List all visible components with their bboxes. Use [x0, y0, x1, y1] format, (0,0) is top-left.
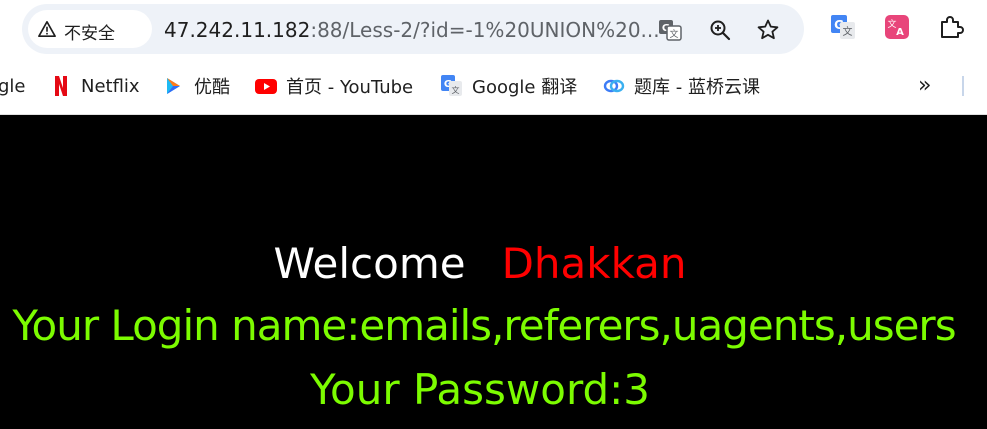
svg-text:文: 文	[669, 28, 678, 40]
bookmark-label: Google 翻译	[472, 77, 578, 98]
password-result: Your Password:3	[309, 365, 651, 414]
login-name-result: Your Login name:emails,referers,uagents,…	[12, 301, 956, 350]
lanqiao-icon	[603, 79, 625, 93]
browser-toolbar: 不安全 47.242.11.182:88/Less-2/?id=-1%20UNI…	[0, 0, 987, 60]
address-bar[interactable]: 不安全 47.242.11.182:88/Less-2/?id=-1%20UNI…	[22, 4, 804, 54]
welcome-line: Welcome Dhakkan	[0, 239, 960, 289]
bookmark-lanqiao[interactable]: 题库 - 蓝桥云课	[603, 73, 760, 99]
bookmark-label: 优酷	[194, 77, 230, 98]
bookmark-youtube[interactable]: 首页 - YouTube	[255, 73, 413, 99]
bookmark-netflix[interactable]: Netflix	[50, 73, 140, 99]
bookmarks-overflow-button[interactable]: »	[918, 73, 931, 98]
user-name: Dhakkan	[501, 239, 687, 288]
netflix-icon	[55, 76, 67, 96]
page-content: Welcome Dhakkan Your Login name:emails,re…	[0, 115, 987, 429]
security-label: 不安全	[64, 24, 115, 44]
zoom-icon[interactable]	[708, 18, 732, 42]
security-chip[interactable]: 不安全	[28, 10, 152, 48]
translate-page-icon[interactable]: G 文	[658, 18, 682, 42]
bookmark-label: Netflix	[81, 75, 140, 97]
svg-text:文: 文	[843, 25, 853, 38]
youku-icon	[167, 78, 180, 94]
google-translate-extension-icon[interactable]: G 文	[830, 14, 856, 40]
bookmark-label: 首页 - YouTube	[286, 77, 414, 98]
bookmark-label: 题库 - 蓝桥云课	[634, 77, 760, 98]
bookmark-google[interactable]: gle	[0, 73, 26, 99]
bookmark-google-translate[interactable]: G 文 Google 翻译	[441, 73, 577, 99]
svg-text:文: 文	[452, 85, 460, 95]
google-translate-icon: G 文	[441, 75, 462, 96]
warning-icon	[38, 20, 56, 38]
youtube-icon	[255, 79, 277, 94]
translator-extension-icon[interactable]: 文 A	[884, 14, 910, 40]
bookmark-label: gle	[0, 75, 26, 97]
url-path: :88/Less-2/?id=-1%20UNION%20...	[310, 18, 660, 42]
welcome-text: Welcome	[273, 239, 466, 288]
bookmark-star-icon[interactable]	[756, 18, 780, 42]
bookmarks-divider	[962, 76, 964, 96]
url-host: 47.242.11.182	[164, 18, 311, 42]
extensions-puzzle-icon[interactable]	[938, 14, 964, 40]
bookmark-youku[interactable]: 优酷	[163, 73, 230, 99]
bookmarks-bar: gle Netflix 优酷 首页 - YouTube G 文 Google 翻…	[0, 60, 987, 115]
svg-text:A: A	[896, 27, 904, 38]
url-text[interactable]: 47.242.11.182:88/Less-2/?id=-1%20UNION%2…	[164, 18, 660, 42]
